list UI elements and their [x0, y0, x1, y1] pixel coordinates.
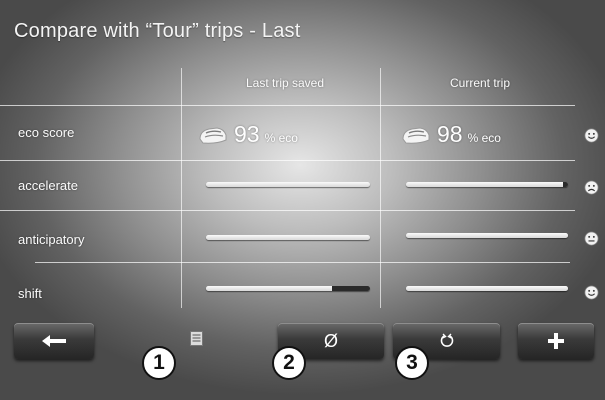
sad-face-icon: [584, 180, 599, 195]
left-arrow-icon: [42, 335, 66, 347]
anticipatory-bar-current-trip: [406, 233, 568, 238]
eco-score-last-trip: 93 % eco: [197, 121, 298, 148]
accelerate-bar-current-trip: [406, 182, 568, 187]
shift-bar-last-trip: [206, 286, 370, 291]
happy-face-icon: [584, 128, 599, 143]
back-button[interactable]: [14, 323, 94, 359]
plus-icon: [548, 333, 564, 349]
reset-icon: [440, 333, 453, 347]
callout-1: 1: [142, 346, 176, 380]
shift-bar-current-trip: [406, 286, 568, 291]
row-divider: [0, 105, 575, 106]
column-header-last-trip: Last trip saved: [245, 76, 325, 90]
eco-score-value: 98: [437, 121, 463, 147]
column-header-current-trip: Current trip: [449, 76, 511, 90]
column-divider: [181, 68, 182, 308]
trip-list-icon[interactable]: [190, 331, 203, 346]
callout-2: 2: [272, 346, 306, 380]
add-button[interactable]: [518, 323, 594, 359]
row-divider: [35, 262, 570, 263]
row-divider: [0, 160, 575, 161]
row-label-eco-score: eco score: [18, 125, 75, 140]
row-label-accelerate: accelerate: [18, 178, 78, 193]
neutral-face-icon: [584, 231, 599, 246]
callout-3: 3: [395, 346, 429, 380]
accelerate-bar-last-trip: [206, 182, 370, 187]
row-label-shift: shift: [18, 286, 42, 301]
trip-compare-screen: Compare with “Tour” trips - Last Last tr…: [0, 0, 605, 400]
column-divider: [380, 68, 381, 308]
happy-face-icon: [584, 285, 599, 300]
anticipatory-bar-last-trip: [206, 235, 370, 240]
eco-score-current-trip: 98 % eco: [400, 121, 501, 148]
eco-score-unit: % eco: [467, 131, 501, 145]
eco-car-icon: [199, 126, 227, 144]
row-label-anticipatory: anticipatory: [18, 232, 85, 247]
eco-score-value: 93: [234, 121, 260, 147]
eco-score-unit: % eco: [264, 131, 298, 145]
row-divider: [0, 210, 575, 211]
page-title: Compare with “Tour” trips - Last: [14, 20, 301, 42]
eco-car-icon: [402, 126, 430, 144]
